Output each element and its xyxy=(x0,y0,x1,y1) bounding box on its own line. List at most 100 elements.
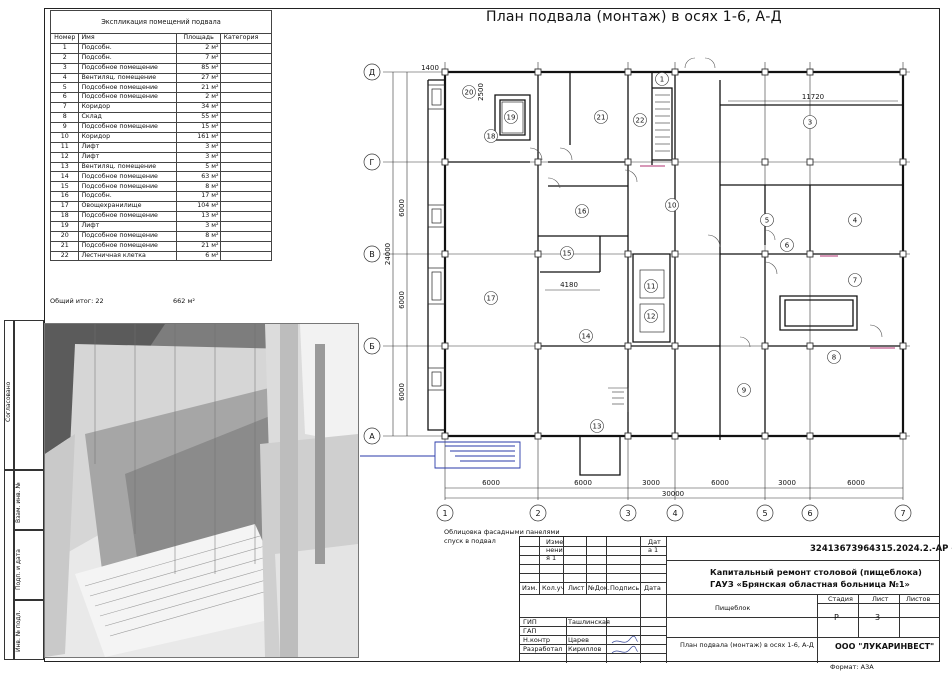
role-nkontr: Н.контр xyxy=(523,636,551,644)
explication-cell: 8 м² xyxy=(175,230,222,242)
side-stamp: Согласовано Взам. инв. № Подп. и дата Ин… xyxy=(4,320,44,660)
dim-bottom-span: 6000 xyxy=(482,479,500,487)
explication-cell xyxy=(220,250,272,262)
explication-row: 2 Подсобн. 7 м² xyxy=(49,52,272,64)
explication-cell: Склад xyxy=(78,112,177,124)
sheets-head: Листов xyxy=(906,595,931,603)
explication-cell: 22 xyxy=(49,250,80,262)
explication-cell: 21 xyxy=(49,240,80,252)
stairs-room-13 xyxy=(608,387,629,412)
axis-row-label: В xyxy=(369,250,375,259)
explication-cell: Лестничная клетка xyxy=(78,250,177,262)
explication-cell: 21 м² xyxy=(175,240,222,252)
explication-cell: 7 xyxy=(49,102,80,114)
explication-cell xyxy=(220,240,272,252)
explication-cell: 104 м² xyxy=(175,201,222,213)
explication-row: 10 Коридор 161 м² xyxy=(49,131,272,143)
explication-cell xyxy=(220,230,272,242)
room-tag: 20 xyxy=(465,89,474,97)
axis-row-label: Г xyxy=(370,158,375,167)
dim-bottom-span: 6000 xyxy=(847,479,865,487)
axis-column-label: 3 xyxy=(625,509,630,518)
col-head-sign: Подпись xyxy=(610,584,640,592)
room-tag: 4 xyxy=(853,217,858,225)
axis-column-label: 7 xyxy=(900,509,905,518)
axis-row-label: А xyxy=(369,432,375,441)
explication-cell: 8 м² xyxy=(175,181,222,193)
explication-cell: Подсобное помещение xyxy=(78,230,177,242)
col-head-kol: Кол.уч xyxy=(542,584,565,592)
explication-cell xyxy=(220,62,272,74)
axis-column-label: 6 xyxy=(807,509,812,518)
dim-left-span: 6000 xyxy=(398,199,406,217)
rev-date: Дат а 1 xyxy=(648,538,661,554)
explication-cell: 3 м² xyxy=(175,220,222,232)
building-name: Пищеблок xyxy=(715,604,751,612)
explication-cell: 85 м² xyxy=(175,62,222,74)
dim-small: 2500 xyxy=(477,83,485,101)
explication-cell xyxy=(220,191,272,203)
format-label: Формат: А3А xyxy=(830,663,874,671)
dim-left-total: 24000 xyxy=(384,243,392,265)
dim-inner-mid: 4180 xyxy=(560,281,578,289)
explication-cell: 55 м² xyxy=(175,112,222,124)
entrance-ramp xyxy=(360,441,521,469)
explication-cell: 17 м² xyxy=(175,191,222,203)
axis-column-label: 2 xyxy=(535,509,540,518)
room-tags: 13456789101112131415161718192021 22 xyxy=(462,72,862,433)
explication-cell xyxy=(220,52,272,64)
explication-cell: 14 xyxy=(49,171,80,183)
explication-cell xyxy=(220,181,272,193)
side-label-sign: Подп. и дата xyxy=(15,549,22,590)
room-tag: 17 xyxy=(487,295,496,303)
explication-cell: Подсобное помещение xyxy=(78,171,177,183)
side-label-inv: Инв. № подл. xyxy=(15,610,22,652)
col-head-izm: Изм. xyxy=(522,584,538,592)
header-category: Категория xyxy=(220,33,272,44)
explication-cell xyxy=(220,141,272,153)
explication-cell: Коридор xyxy=(78,102,177,114)
explication-cell xyxy=(220,112,272,124)
explication-cell: 2 xyxy=(49,52,80,64)
room-tag: 21 xyxy=(597,114,606,122)
explication-cell: 1 xyxy=(49,42,80,54)
dim-bottom-span: 6000 xyxy=(711,479,729,487)
explication-cell xyxy=(220,161,272,173)
explication-cell xyxy=(220,82,272,94)
explication-cell: Подсобн. xyxy=(78,42,177,54)
explication-cell: 18 xyxy=(49,211,80,222)
role-gip: ГИП xyxy=(523,618,537,626)
explication-cell: Подсобное помещение xyxy=(78,240,177,252)
explication-row: 12 Лифт 3 м² xyxy=(49,151,272,163)
explication-cell: 15 xyxy=(49,181,80,193)
inner-walls xyxy=(427,72,903,476)
explication-cell: Лифт xyxy=(78,141,177,153)
explication-cell: 11 xyxy=(49,141,80,153)
dim-left-span: 6000 xyxy=(398,383,406,401)
project-line-2: ГАУЗ «Брянская областная больница №1» xyxy=(710,579,910,589)
explication-row: 17 Овощехранилище 104 м² xyxy=(49,201,272,213)
role-razrab: Разработал xyxy=(523,645,563,653)
total-label: Общий итог: 22 xyxy=(50,297,104,305)
room-tag: 15 xyxy=(563,250,572,258)
explication-row: 1 Подсобн. 2 м² xyxy=(49,42,272,54)
explication-cell: Подсобн. xyxy=(78,191,177,203)
dim-bottom-total: 30000 xyxy=(662,490,684,498)
room-tag: 14 xyxy=(582,333,591,341)
explication-cell: Вентиляц. помещение xyxy=(78,72,177,84)
room-tag: 16 xyxy=(578,208,587,216)
explication-cell: Подсобное помещение xyxy=(78,92,177,104)
name-nkontr: Царев xyxy=(568,636,589,644)
explication-row: 7 Коридор 34 м² xyxy=(49,102,272,114)
explication-row: 19 Лифт 3 м² xyxy=(49,220,272,232)
room-tag: 12 xyxy=(647,313,656,321)
explication-row: 18 Подсобное помещение 13 м² xyxy=(49,211,272,222)
explication-row: 20 Подсобное помещение 8 м² xyxy=(49,230,272,242)
side-label-replace: Взам. инв. № xyxy=(15,482,22,523)
stamp-cell-left xyxy=(4,470,14,660)
col-head-date: Дата xyxy=(644,584,661,592)
dim-bottom-span: 3000 xyxy=(642,479,660,487)
explication-cell: 2 м² xyxy=(175,42,222,54)
explication-row: 16 Подсобн. 17 м² xyxy=(49,191,272,203)
room-tag: 7 xyxy=(853,277,857,285)
